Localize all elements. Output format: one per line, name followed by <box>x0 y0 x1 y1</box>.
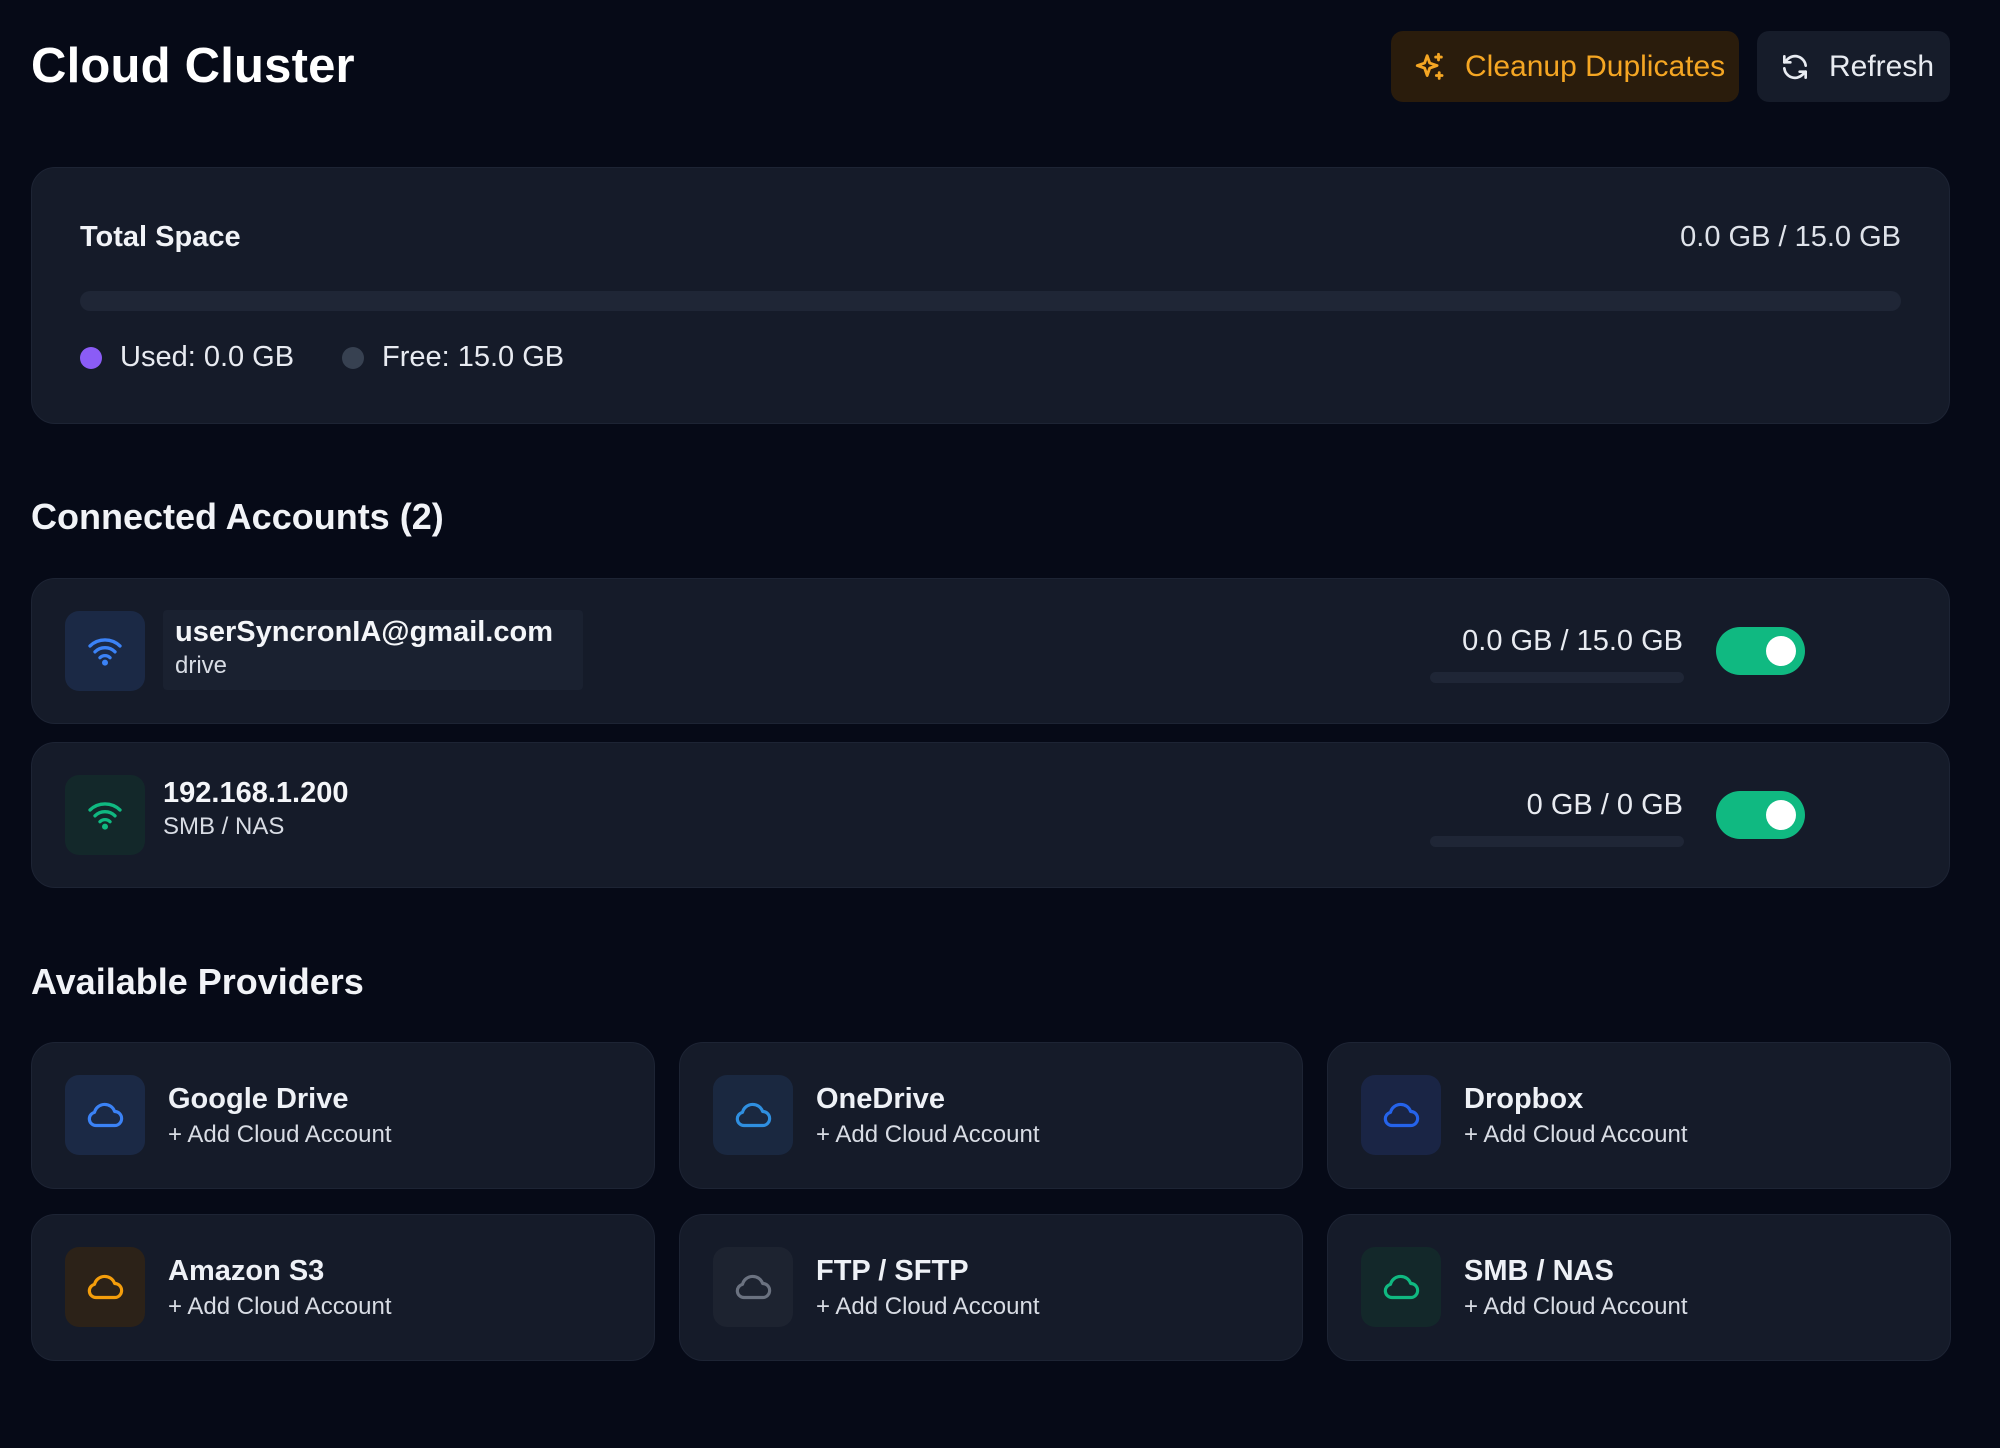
total-space-value: 0.0 GB / 15.0 GB <box>1680 221 1901 253</box>
cloud-icon <box>1383 1102 1420 1128</box>
toggle-knob <box>1766 800 1796 830</box>
cloud-icon <box>87 1102 124 1128</box>
provider-name: FTP / SFTP <box>816 1255 969 1287</box>
legend-used: Used: 0.0 GB <box>80 341 294 374</box>
account-icon-wrapper <box>65 611 145 691</box>
legend-used-label: Used: 0.0 GB <box>120 341 295 373</box>
cleanup-duplicates-label: Cleanup Duplicates <box>1465 49 1726 83</box>
account-usage: 0.0 GB / 15.0 GB <box>1462 625 1683 657</box>
account-enabled-toggle[interactable] <box>1716 627 1805 675</box>
account-row-smb[interactable]: 192.168.1.200 SMB / NAS 0 GB / 0 GB <box>31 742 1950 888</box>
free-dot-icon <box>342 346 364 369</box>
add-cloud-account-link[interactable]: + Add Cloud Account <box>816 1291 1040 1323</box>
account-usage-bar <box>1430 672 1684 683</box>
total-space-label: Total Space <box>80 221 241 253</box>
account-type: drive <box>175 652 228 679</box>
provider-name: Amazon S3 <box>168 1255 325 1287</box>
cloud-icon <box>735 1274 772 1300</box>
cloud-icon <box>87 1274 124 1300</box>
provider-card-smb-nas[interactable]: SMB / NAS + Add Cloud Account <box>1327 1214 1951 1361</box>
account-info: userSyncronIA@gmail.com drive <box>163 610 583 690</box>
cloud-cluster-page: Cloud Cluster Cleanup Duplicates Refresh… <box>0 0 2000 1448</box>
cloud-icon <box>1383 1274 1420 1300</box>
add-cloud-account-link[interactable]: + Add Cloud Account <box>168 1291 392 1323</box>
provider-card-google-drive[interactable]: Google Drive + Add Cloud Account <box>31 1042 655 1189</box>
account-usage-bar <box>1430 836 1684 847</box>
provider-icon-wrapper <box>713 1075 793 1155</box>
add-cloud-account-link[interactable]: + Add Cloud Account <box>168 1119 392 1151</box>
provider-icon-wrapper <box>65 1075 145 1155</box>
account-info: 192.168.1.200 SMB / NAS <box>163 775 348 843</box>
account-row-gmail[interactable]: userSyncronIA@gmail.com drive 0.0 GB / 1… <box>31 578 1950 724</box>
connected-accounts-heading: Connected Accounts (2) <box>31 496 444 537</box>
account-usage: 0 GB / 0 GB <box>1526 789 1683 821</box>
account-name: userSyncronIA@gmail.com <box>175 616 553 648</box>
refresh-label: Refresh <box>1829 49 1935 83</box>
total-space-card: Total Space 0.0 GB / 15.0 GB Used: 0.0 G… <box>31 167 1950 424</box>
toggle-knob <box>1766 636 1796 666</box>
refresh-button[interactable]: Refresh <box>1757 31 1950 102</box>
provider-icon-wrapper <box>1361 1075 1441 1155</box>
provider-name: OneDrive <box>816 1083 945 1115</box>
provider-name: SMB / NAS <box>1464 1255 1614 1287</box>
cloud-icon <box>735 1102 772 1128</box>
page-title: Cloud Cluster <box>31 39 355 93</box>
account-type: SMB / NAS <box>163 813 285 840</box>
sparkles-icon <box>1413 50 1447 84</box>
total-space-progress-bar <box>80 291 1901 311</box>
provider-card-amazon-s3[interactable]: Amazon S3 + Add Cloud Account <box>31 1214 655 1361</box>
used-dot-icon <box>80 346 102 369</box>
add-cloud-account-link[interactable]: + Add Cloud Account <box>816 1119 1040 1151</box>
provider-name: Google Drive <box>168 1083 349 1115</box>
account-enabled-toggle[interactable] <box>1716 791 1805 839</box>
legend-free-label: Free: 15.0 GB <box>382 341 565 373</box>
add-cloud-account-link[interactable]: + Add Cloud Account <box>1464 1119 1688 1151</box>
provider-icon-wrapper <box>713 1247 793 1327</box>
available-providers-heading: Available Providers <box>31 961 364 1002</box>
provider-card-onedrive[interactable]: OneDrive + Add Cloud Account <box>679 1042 1303 1189</box>
wifi-icon <box>88 638 122 666</box>
refresh-icon <box>1779 51 1811 83</box>
legend-free: Free: 15.0 GB <box>342 341 564 374</box>
wifi-icon <box>88 802 122 830</box>
provider-card-dropbox[interactable]: Dropbox + Add Cloud Account <box>1327 1042 1951 1189</box>
provider-card-ftp-sftp[interactable]: FTP / SFTP + Add Cloud Account <box>679 1214 1303 1361</box>
account-name: 192.168.1.200 <box>163 777 349 809</box>
add-cloud-account-link[interactable]: + Add Cloud Account <box>1464 1291 1688 1323</box>
cleanup-duplicates-button[interactable]: Cleanup Duplicates <box>1391 31 1739 102</box>
provider-name: Dropbox <box>1464 1083 1584 1115</box>
provider-icon-wrapper <box>65 1247 145 1327</box>
provider-icon-wrapper <box>1361 1247 1441 1327</box>
account-icon-wrapper <box>65 775 145 855</box>
